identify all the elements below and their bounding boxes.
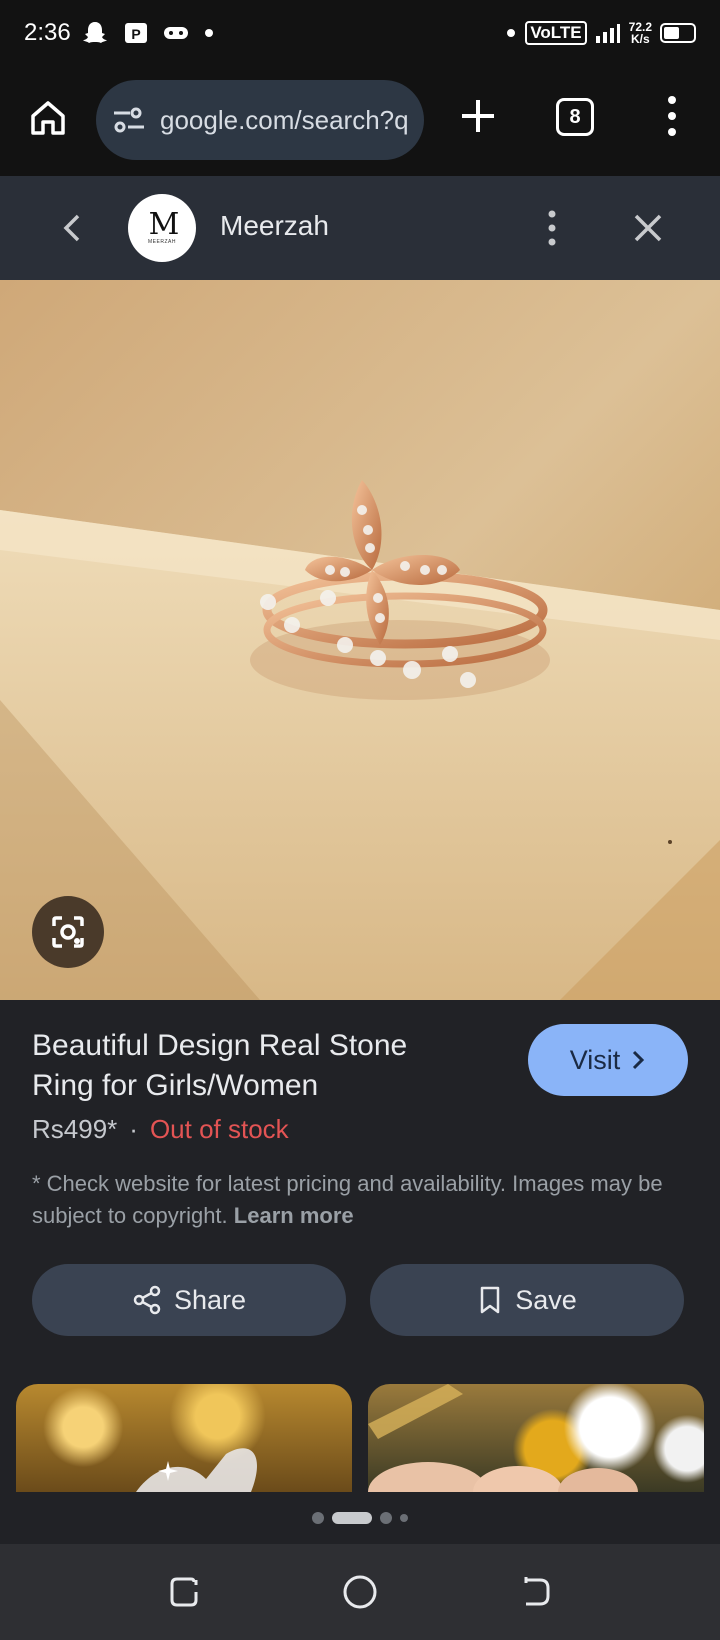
brand-name[interactable]: Meerzah bbox=[220, 210, 329, 242]
home-nav-icon[interactable] bbox=[340, 1572, 380, 1612]
status-bar: 2:36 P VoLTE 72.2 K/s bbox=[0, 0, 720, 66]
address-bar[interactable]: google.com/search?q bbox=[96, 80, 424, 160]
disclaimer: * Check website for latest pricing and a… bbox=[32, 1168, 672, 1232]
battery-icon bbox=[660, 23, 696, 43]
visit-button[interactable]: Visit bbox=[528, 1024, 688, 1096]
visit-label: Visit bbox=[569, 1044, 621, 1075]
save-button[interactable]: Save bbox=[370, 1264, 684, 1336]
google-lens-button[interactable] bbox=[32, 896, 104, 968]
plus-icon[interactable] bbox=[458, 96, 498, 136]
separator: · bbox=[129, 1114, 138, 1144]
bookmark-icon bbox=[480, 1286, 500, 1314]
more-vert-icon[interactable] bbox=[542, 208, 562, 248]
product-image[interactable] bbox=[0, 280, 720, 1000]
carousel-pager bbox=[0, 1512, 720, 1524]
signal-icon bbox=[595, 24, 620, 43]
browser-toolbar: google.com/search?q 8 bbox=[0, 66, 720, 176]
system-nav-bar bbox=[0, 1544, 720, 1640]
site-settings-icon[interactable] bbox=[112, 105, 146, 135]
related-hand-photo bbox=[368, 1384, 638, 1492]
url-text: google.com/search?q bbox=[160, 104, 409, 135]
pager-dot[interactable] bbox=[400, 1514, 408, 1522]
share-icon bbox=[133, 1285, 161, 1315]
chevron-left-icon[interactable] bbox=[58, 212, 88, 244]
snapchat-icon bbox=[82, 22, 107, 43]
pager-dot[interactable] bbox=[380, 1512, 392, 1524]
status-time: 2:36 bbox=[24, 19, 71, 46]
dot-icon bbox=[507, 29, 516, 37]
back-nav-icon[interactable] bbox=[516, 1572, 556, 1612]
recent-apps-icon[interactable] bbox=[164, 1572, 204, 1612]
ring-photo bbox=[0, 280, 720, 1000]
share-label: Share bbox=[173, 1284, 247, 1315]
tabs-icon[interactable]: 8 bbox=[556, 98, 594, 136]
lens-icon bbox=[52, 916, 84, 948]
learn-more-link[interactable]: Learn more bbox=[234, 1203, 354, 1228]
gamepad-icon bbox=[163, 27, 188, 39]
related-image-thumbnail[interactable] bbox=[16, 1384, 352, 1492]
dot-icon bbox=[204, 29, 213, 37]
close-icon[interactable] bbox=[632, 212, 664, 244]
pager-dot[interactable] bbox=[312, 1512, 324, 1524]
share-button[interactable]: Share bbox=[32, 1264, 346, 1336]
related-ring-photo bbox=[136, 1448, 257, 1492]
save-label: Save bbox=[515, 1284, 577, 1315]
brand-logo[interactable]: M MEERZAH bbox=[128, 194, 196, 262]
more-vert-icon[interactable] bbox=[662, 94, 682, 138]
battery-level bbox=[664, 27, 679, 39]
home-icon[interactable] bbox=[28, 98, 68, 138]
pager-dot-active[interactable] bbox=[332, 1512, 372, 1524]
chevron-right-icon bbox=[633, 1050, 645, 1070]
network-speed: 72.2 K/s bbox=[628, 20, 652, 46]
product-title: Beautiful Design Real Stone Ring for Gir… bbox=[32, 1029, 408, 1102]
volte-badge: VoLTE bbox=[525, 21, 587, 45]
price: Rs499* bbox=[32, 1114, 118, 1144]
svg-text:P: P bbox=[131, 26, 140, 42]
logo-subtext: MEERZAH bbox=[148, 239, 176, 245]
availability-status: Out of stock bbox=[149, 1114, 289, 1144]
logo-mark: M bbox=[148, 207, 180, 242]
result-panel-header: M MEERZAH Meerzah bbox=[0, 176, 720, 280]
price-row: Rs499* · Out of stock bbox=[32, 1114, 289, 1145]
related-image-thumbnail[interactable] bbox=[368, 1384, 704, 1492]
paytm-icon: P bbox=[124, 23, 147, 43]
